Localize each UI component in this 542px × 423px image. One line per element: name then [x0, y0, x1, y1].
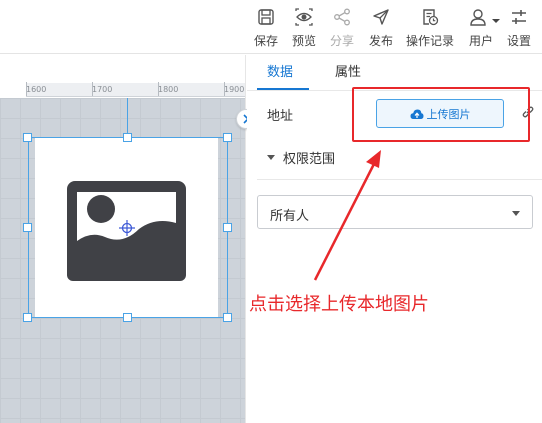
share-icon: [331, 6, 353, 28]
resize-handle-top-left[interactable]: [23, 133, 32, 142]
publish-label: 发布: [369, 34, 394, 48]
publish-send-icon: [370, 6, 392, 28]
save-button[interactable]: 保存: [254, 6, 278, 50]
ruler-tick-line: [92, 82, 93, 96]
caret-down-icon: [267, 155, 275, 160]
chevron-down-icon: [512, 211, 520, 216]
panel-tabs: 数据 属性: [247, 55, 542, 91]
ruler-tick-label: 1900: [224, 85, 245, 94]
share-label: 分享: [330, 34, 355, 48]
history-button[interactable]: 操作记录: [406, 6, 454, 50]
preview-eye-icon: [293, 6, 315, 28]
permission-select-value: 所有人: [270, 209, 310, 224]
selection-frame: [28, 137, 228, 318]
tab-properties[interactable]: 属性: [335, 65, 361, 81]
ruler-tick-line: [26, 82, 27, 96]
design-canvas[interactable]: 1600 1700 1800 1900: [0, 55, 246, 423]
user-menu-button[interactable]: 用户: [468, 6, 502, 50]
history-label: 操作记录: [406, 34, 455, 48]
resize-handle-top[interactable]: [123, 133, 132, 142]
resize-handle-bottom-right[interactable]: [223, 313, 232, 322]
top-toolbar: 保存 预览 分享 发布 操作记录 用户 设置: [0, 0, 542, 54]
permission-select[interactable]: 所有人: [257, 195, 533, 229]
resize-handle-bottom[interactable]: [123, 313, 132, 322]
ruler-tick-line: [224, 82, 225, 96]
resize-handle-top-right[interactable]: [223, 133, 232, 142]
section-divider: [257, 179, 542, 180]
active-tab-indicator: [257, 88, 309, 90]
publish-button[interactable]: 发布: [369, 6, 393, 50]
annotation-highlight-box: [352, 87, 530, 142]
annotation-text: 点击选择上传本地图片: [249, 294, 429, 315]
permission-section-toggle[interactable]: 权限范围: [267, 148, 335, 167]
save-icon: [255, 6, 277, 28]
rotation-guide-line: [127, 98, 128, 138]
resize-handle-right[interactable]: [223, 223, 232, 232]
user-icon: [468, 6, 502, 28]
tab-data[interactable]: 数据: [267, 65, 293, 81]
resize-handle-bottom-left[interactable]: [23, 313, 32, 322]
address-label: 地址: [267, 109, 294, 124]
ruler-tick-label: 1600: [26, 85, 47, 94]
save-label: 保存: [254, 34, 279, 48]
history-icon: [419, 6, 441, 28]
user-label: 用户: [468, 34, 493, 48]
ruler-tick-label: 1700: [92, 85, 113, 94]
settings-label: 设置: [507, 34, 532, 48]
horizontal-ruler: 1600 1700 1800 1900: [26, 82, 245, 97]
share-button[interactable]: 分享: [330, 6, 354, 50]
permission-label: 权限范围: [283, 152, 336, 167]
preview-label: 预览: [292, 34, 317, 48]
settings-sliders-icon: [508, 6, 530, 28]
ruler-tick-label: 1800: [158, 85, 179, 94]
resize-handle-left[interactable]: [23, 223, 32, 232]
settings-button[interactable]: 设置: [507, 6, 531, 50]
preview-button[interactable]: 预览: [292, 6, 316, 50]
ruler-tick-line: [158, 82, 159, 96]
